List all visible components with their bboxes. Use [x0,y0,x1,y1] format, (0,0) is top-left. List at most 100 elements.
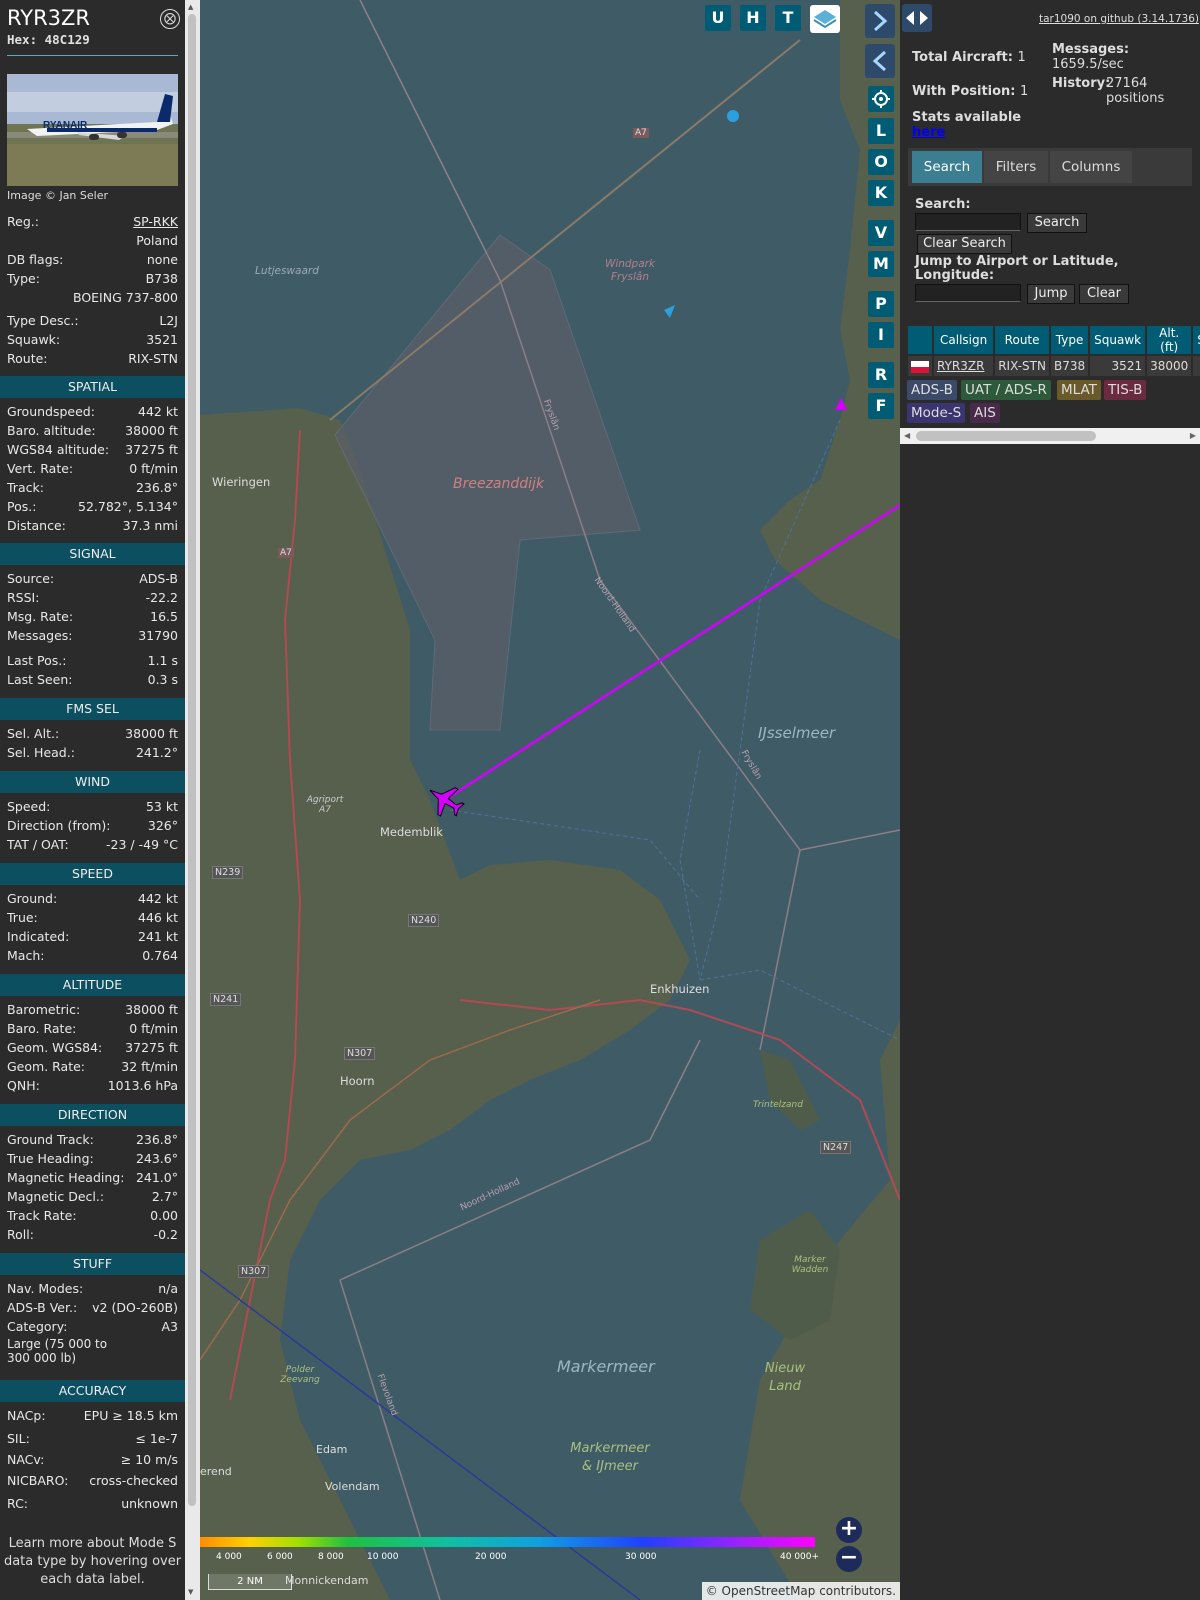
map-button-h[interactable]: H [740,5,766,31]
category-description: Large (75 000 to 300 000 lb) [7,1337,108,1365]
track-row: Track: 236.8° [7,480,178,495]
reg-row: Reg.: SP-RKK [7,213,178,231]
legend-tisb[interactable]: TIS-B [1104,380,1147,400]
settings-button[interactable] [868,86,894,112]
toggle-panel-button[interactable] [902,4,932,32]
map-button-l[interactable]: L [868,118,894,144]
column-header-speed[interactable]: Sp [1193,326,1200,354]
scrollbar-thumb[interactable] [916,431,1096,441]
zoom-out-button[interactable]: − [836,1546,862,1572]
close-icon[interactable]: ⨂ [160,9,180,29]
column-header-callsign[interactable]: Callsign [934,326,994,354]
sil-row: SIL: ≤ 1e-7 [7,1431,178,1446]
column-header-type[interactable]: Type [1050,326,1089,354]
map-label: Lutjeswaard [255,265,319,277]
chevron-right-icon [873,10,888,32]
map-button-m[interactable]: M [868,251,894,277]
map-button-o[interactable]: O [868,149,894,175]
column-header[interactable] [908,326,932,354]
photo-credit: Image © Jan Seler [7,189,108,202]
squawk-row: Squawk: 3521 [7,332,178,347]
collapse-left-button[interactable] [865,44,895,78]
jump-button[interactable]: Jump [1027,284,1075,304]
zoom-in-button[interactable]: + [836,1517,862,1543]
road-shield: N307 [238,1265,270,1278]
road-shield: N239 [212,866,244,879]
qnh-row: QNH: 1013.6 hPa [7,1078,178,1093]
map-button-i[interactable]: I [868,322,894,348]
section-direction: DIRECTION [0,1104,185,1126]
altitude-scale-label: 20 000 [475,1552,507,1562]
stats-link[interactable]: here [912,125,945,140]
legend-ais[interactable]: AIS [970,403,1000,423]
scrollbar-thumb[interactable] [188,14,196,1506]
map-label: Volendam [325,1480,380,1493]
clear-search-button[interactable]: Clear Search [917,234,1012,254]
map-button-p[interactable]: P [868,291,894,317]
scroll-left-icon[interactable]: ◀ [904,431,910,440]
type-full-row: BOEING 737-800 [72,290,178,305]
total-aircraft: Total Aircraft: 1 [912,50,1026,65]
section-wind: WIND [0,771,185,793]
row-callsign[interactable]: RYR3ZR [934,356,994,376]
map-view[interactable]: Lutjeswaard Windpark Fryslân Wieringen B… [200,0,900,1600]
road-shield: N307 [344,1047,376,1060]
scroll-down-icon[interactable]: ▼ [188,1588,193,1596]
map-label: Markermeer [557,1357,655,1376]
map-button-v[interactable]: V [868,220,894,246]
map-label: Windpark Fryslân [604,258,656,283]
column-header-squawk[interactable]: Squawk [1090,326,1146,354]
row-route: RIX-STN [995,356,1049,376]
github-link[interactable]: tar1090 on github (3.14.1736) [1039,13,1199,25]
map-button-u[interactable]: U [705,5,731,31]
tab-columns[interactable]: Columns [1050,151,1132,183]
column-header-route[interactable]: Route [995,326,1049,354]
last-pos-row: Last Pos.: 1.1 s [7,653,178,668]
mach-row: Mach: 0.764 [7,948,178,963]
aircraft-photo[interactable]: RYANAIR [7,74,178,186]
clear-button[interactable]: Clear [1079,284,1129,304]
stats-available: Stats available [912,110,1022,125]
sel-head-row: Sel. Head.: 241.2° [7,745,178,760]
nacp-row: NACp: EPU ≥ 18.5 km [7,1408,178,1423]
search-button[interactable]: Search [1027,213,1087,233]
map-label: Enkhuizen [650,982,710,996]
legend-adsb[interactable]: ADS-B [907,380,957,400]
search-input[interactable] [915,213,1021,231]
legend-mode-s[interactable]: Mode-S [907,403,966,423]
legend-uat-adsr[interactable]: UAT / ADS-R [961,380,1051,400]
with-position: With Position: 1 [912,84,1029,99]
table-row[interactable]: RYR3ZR RIX-STN B738 3521 38000 [908,356,1200,376]
vessel-icon[interactable] [727,110,739,122]
ground-track-row: Ground Track: 236.8° [7,1132,178,1147]
registration-link[interactable]: SP-RKK [133,213,178,231]
tab-search[interactable]: Search [912,151,982,183]
altitude-scale-label: 30 000 [625,1552,657,1562]
scroll-up-icon[interactable]: ▲ [188,3,193,11]
map-button-t[interactable]: T [775,5,801,31]
layers-button[interactable] [810,5,840,33]
map-label: Monnickendam [285,1574,369,1587]
sidebar-scrollbar[interactable]: ▲ ▼ [185,0,200,1600]
map-attribution[interactable]: © OpenStreetMap contributors. [701,1582,900,1600]
route-row: Route: RIX-STN [7,351,178,366]
section-spatial: SPATIAL [0,376,185,398]
tab-filters[interactable]: Filters [984,151,1048,183]
section-stuff: STUFF [0,1253,185,1275]
category-row: Category: A3 [7,1319,178,1334]
barometric-row: Barometric: 38000 ft [7,1002,178,1017]
jump-input[interactable] [915,284,1021,302]
legend-mlat[interactable]: MLAT [1057,380,1101,400]
scroll-right-icon[interactable]: ▶ [1190,431,1196,440]
map-button-f[interactable]: F [868,393,894,419]
table-horizontal-scrollbar[interactable]: ◀ ▶ [900,428,1200,444]
map-button-k[interactable]: K [868,180,894,206]
map-label: Polder Zeevang [280,1365,320,1385]
section-altitude: ALTITUDE [0,974,185,996]
aircraft-table: Callsign Route Type Squawk Alt. (ft) Sp … [906,324,1200,378]
geom-wgs84-row: Geom. WGS84: 37275 ft [7,1040,178,1055]
column-header-altitude[interactable]: Alt. (ft) [1147,326,1192,354]
row-speed [1193,356,1200,376]
expand-right-button[interactable] [865,4,895,38]
map-button-r[interactable]: R [868,362,894,388]
